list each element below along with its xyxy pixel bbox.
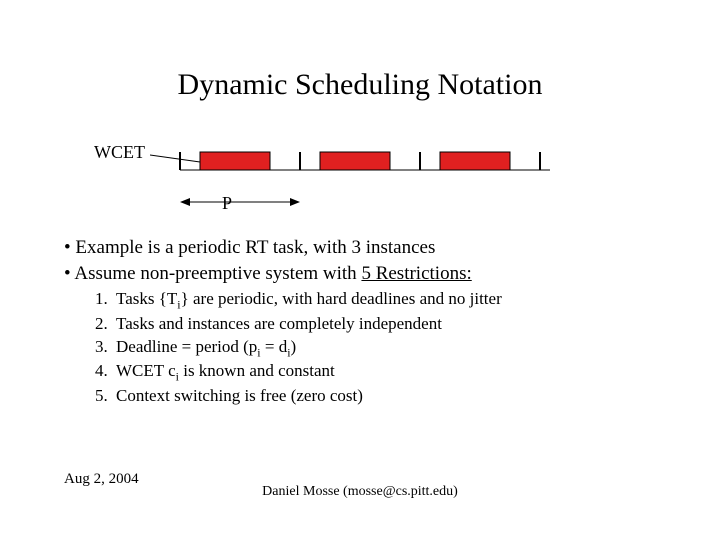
restriction-4: WCET ci is known and constant bbox=[112, 360, 664, 384]
r1-pre: Tasks {T bbox=[116, 289, 177, 308]
restriction-1: Tasks {Ti} are periodic, with hard deadl… bbox=[112, 288, 664, 312]
footer-author: Daniel Mosse (mosse@cs.pitt.edu) bbox=[0, 484, 720, 500]
period-arrow-left bbox=[180, 198, 190, 206]
r4-post: is known and constant bbox=[179, 361, 335, 380]
wcet-pointer-line bbox=[150, 155, 200, 162]
task-instance-1 bbox=[320, 152, 390, 170]
restrictions-list: Tasks {Ti} are periodic, with hard deadl… bbox=[112, 288, 664, 407]
bullet-2-underlined: 5 Restrictions: bbox=[361, 263, 471, 284]
bullet-1: Example is a periodic RT task, with 3 in… bbox=[64, 235, 664, 261]
restriction-2: Tasks and instances are completely indep… bbox=[112, 313, 664, 336]
r3-mid: = d bbox=[261, 337, 288, 356]
slide: Dynamic Scheduling Notation WCET P Examp… bbox=[0, 0, 720, 540]
wcet-label: WCET bbox=[94, 142, 145, 163]
task-timeline-diagram bbox=[150, 140, 570, 220]
task-instance-2 bbox=[440, 152, 510, 170]
restriction-5: Context switching is free (zero cost) bbox=[112, 385, 664, 408]
bullet-list: Example is a periodic RT task, with 3 in… bbox=[64, 235, 664, 408]
slide-title: Dynamic Scheduling Notation bbox=[0, 68, 720, 102]
r4-pre: WCET c bbox=[116, 361, 176, 380]
period-arrow-right bbox=[290, 198, 300, 206]
period-label: P bbox=[222, 193, 232, 214]
bullet-1-text: Example is a periodic RT task, with 3 in… bbox=[75, 237, 435, 258]
r3-pre: Deadline = period (p bbox=[116, 337, 257, 356]
restriction-3: Deadline = period (pi = di) bbox=[112, 336, 664, 360]
r3-post: ) bbox=[291, 337, 297, 356]
bullet-2: Assume non-preemptive system with 5 Rest… bbox=[64, 261, 664, 408]
task-instance-0 bbox=[200, 152, 270, 170]
r1-post: } are periodic, with hard deadlines and … bbox=[181, 289, 502, 308]
bullet-2-pre: Assume non-preemptive system with bbox=[74, 263, 361, 284]
